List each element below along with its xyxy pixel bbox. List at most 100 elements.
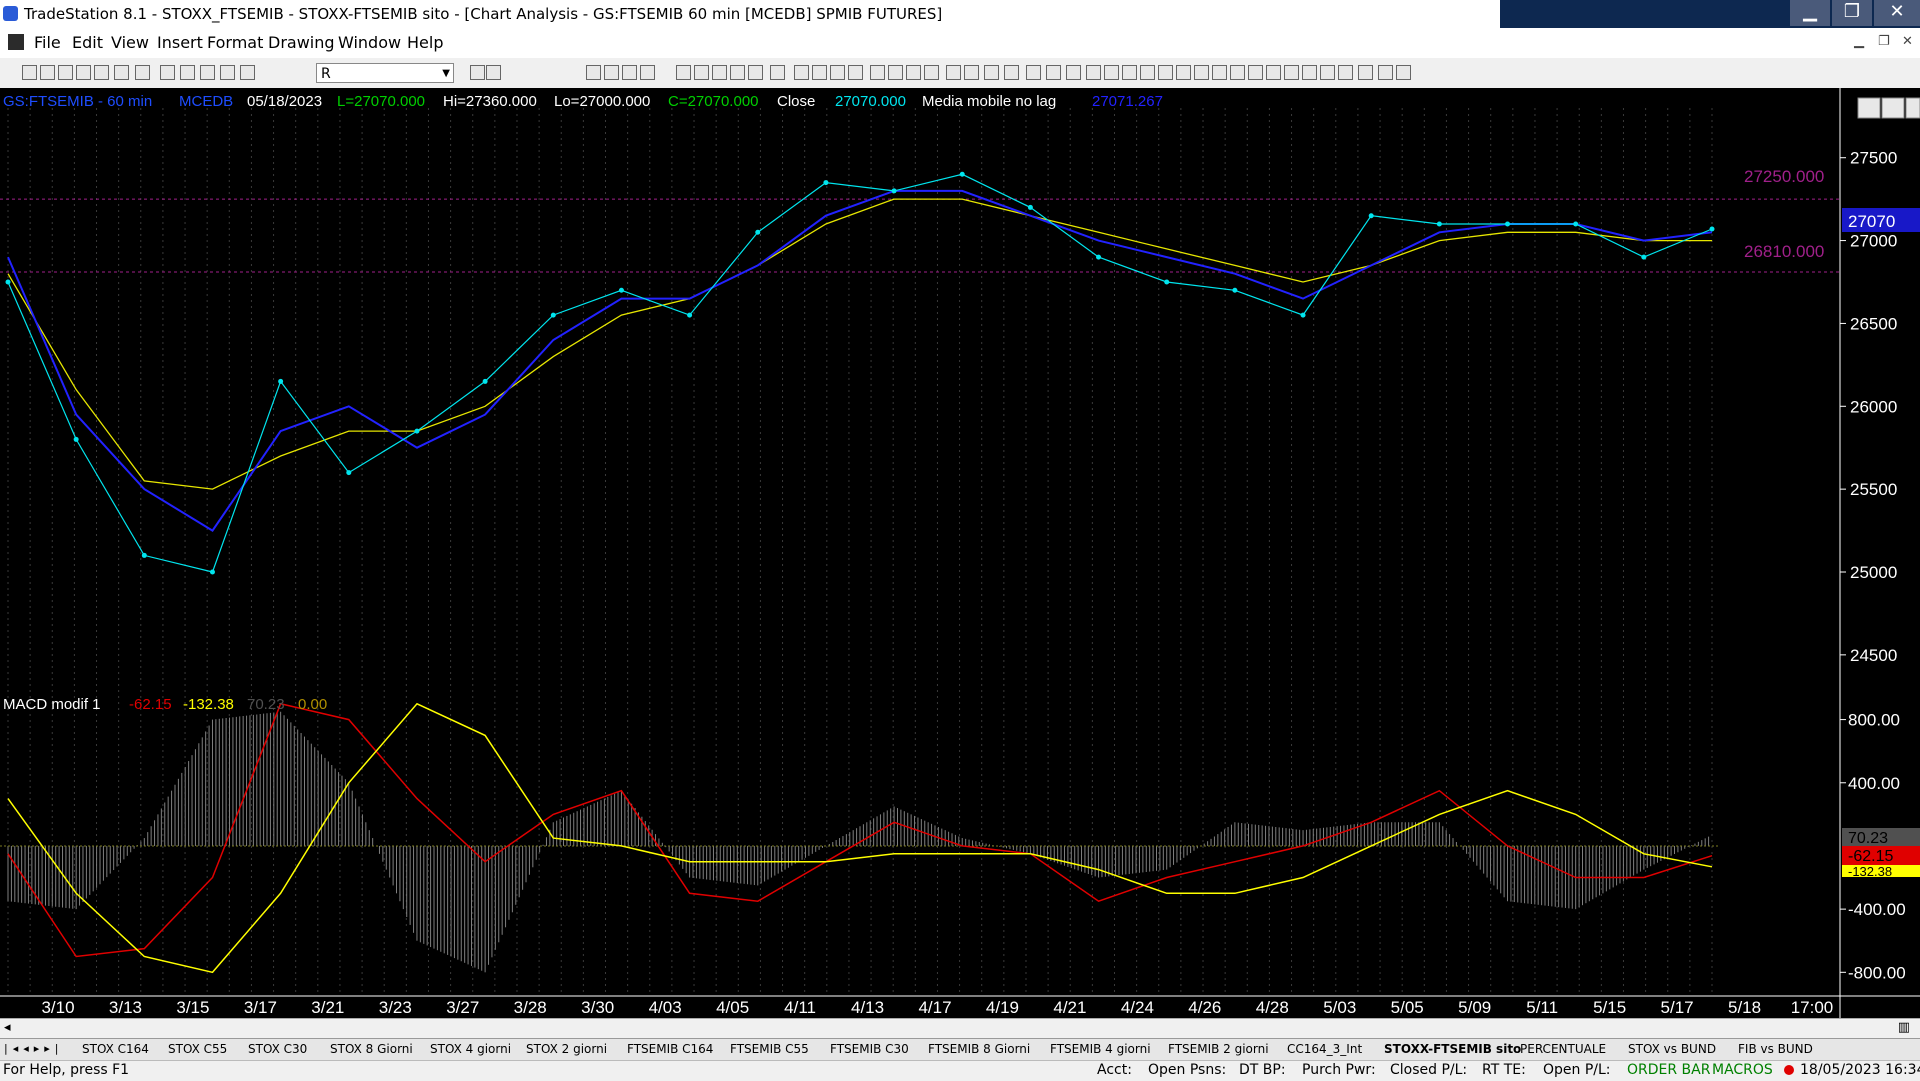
toolbar-button-16[interactable]	[604, 65, 619, 80]
horizontal-scrollbar[interactable]: ◂ ▥	[0, 1018, 1920, 1039]
chart-window-icon[interactable]	[8, 34, 24, 50]
toolbar-button-44[interactable]	[1158, 65, 1173, 80]
toolbar-button-39[interactable]	[1066, 65, 1081, 80]
menu-drawing[interactable]: Drawing	[268, 33, 335, 52]
toolbar-button-20[interactable]	[694, 65, 709, 80]
tab-4[interactable]: STOX 8 Giorni	[330, 1042, 413, 1056]
tab-10[interactable]: FTSEMIB 8 Giorni	[928, 1042, 1030, 1056]
toolbar-button-30[interactable]	[888, 65, 903, 80]
tab-1[interactable]: STOX C164	[82, 1042, 149, 1056]
menu-insert[interactable]: Insert	[157, 33, 203, 52]
toolbar-button-18[interactable]	[640, 65, 655, 80]
toolbar-button-34[interactable]	[964, 65, 979, 80]
toolbar-button-41[interactable]	[1104, 65, 1119, 80]
toolbar-button-17[interactable]	[622, 65, 637, 80]
tab-5[interactable]: STOX 4 giorni	[430, 1042, 511, 1056]
toolbar-button-21[interactable]	[712, 65, 727, 80]
toolbar-button-45[interactable]	[1176, 65, 1191, 80]
menu-edit[interactable]: Edit	[72, 33, 103, 52]
toolbar-button-51[interactable]	[1284, 65, 1299, 80]
toolbar-button-54[interactable]	[1338, 65, 1353, 80]
menu-help[interactable]: Help	[407, 33, 443, 52]
scroll-thumb-icon[interactable]: ▥	[1898, 1020, 1910, 1035]
tab-6[interactable]: STOX 2 giorni	[526, 1042, 607, 1056]
toolbar-button-2[interactable]	[40, 65, 55, 80]
tab-9[interactable]: FTSEMIB C30	[830, 1042, 909, 1056]
toolbar-button-38[interactable]	[1046, 65, 1061, 80]
toolbar-button-31[interactable]	[906, 65, 921, 80]
toolbar-button-3[interactable]	[58, 65, 73, 80]
menu-file[interactable]: File	[34, 33, 61, 52]
toolbar-button-23[interactable]	[748, 65, 763, 80]
minimize-button[interactable]: ▁	[1790, 0, 1830, 26]
toolbar-button-35[interactable]	[984, 65, 999, 80]
toolbar-button-1[interactable]	[22, 65, 37, 80]
mdi-close-button[interactable]: ✕	[1902, 34, 1913, 49]
toolbar-button-8[interactable]	[160, 65, 175, 80]
scroll-left-icon[interactable]: ◂	[4, 1020, 11, 1035]
chart-close-button[interactable]	[1905, 97, 1920, 119]
toolbar-button-11[interactable]	[220, 65, 235, 80]
chart-restore-button[interactable]	[1881, 97, 1905, 119]
tab-13[interactable]: CC164_3_Int	[1287, 1042, 1362, 1056]
toolbar-button-24[interactable]	[770, 65, 785, 80]
menu-format[interactable]: Format	[207, 33, 263, 52]
toolbar-button-25[interactable]	[794, 65, 809, 80]
toolbar-button-10[interactable]	[200, 65, 215, 80]
tab-15[interactable]: PERCENTUALE	[1520, 1042, 1606, 1056]
toolbar-button-36[interactable]	[1004, 65, 1019, 80]
tab-14[interactable]: STOXX-FTSEMIB sito	[1384, 1042, 1521, 1056]
toolbar-button-14[interactable]	[486, 65, 501, 80]
toolbar-button-12[interactable]	[240, 65, 255, 80]
toolbar-button-15[interactable]	[586, 65, 601, 80]
toolbar-button-4[interactable]	[76, 65, 91, 80]
symbol-input[interactable]: R ▼	[316, 63, 454, 83]
toolbar-button-48[interactable]	[1230, 65, 1245, 80]
toolbar-button-9[interactable]	[180, 65, 195, 80]
menu-window[interactable]: Window	[338, 33, 401, 52]
toolbar-button-5[interactable]	[94, 65, 109, 80]
toolbar-button-27[interactable]	[830, 65, 845, 80]
status-order-bar[interactable]: ORDER BAR	[1627, 1062, 1710, 1078]
tab-11[interactable]: FTSEMIB 4 giorni	[1050, 1042, 1151, 1056]
toolbar-button-26[interactable]	[812, 65, 827, 80]
tab-7[interactable]: FTSEMIB C164	[627, 1042, 713, 1056]
toolbar-button-29[interactable]	[870, 65, 885, 80]
toolbar-button-49[interactable]	[1248, 65, 1263, 80]
toolbar-button-13[interactable]	[470, 65, 485, 80]
mdi-minimize-button[interactable]: ▁	[1854, 34, 1864, 49]
close-button[interactable]: ✕	[1874, 0, 1920, 26]
toolbar-button-43[interactable]	[1140, 65, 1155, 80]
toolbar-button-37[interactable]	[1026, 65, 1041, 80]
mdi-restore-button[interactable]: ❐	[1878, 34, 1890, 49]
restore-button[interactable]: ❐	[1832, 0, 1872, 26]
chart-area[interactable]: 27500 27000 26500 26000 25500 25000 24500 800.0…	[0, 88, 1920, 1018]
toolbar-button-53[interactable]	[1320, 65, 1335, 80]
toolbar-button-57[interactable]	[1396, 65, 1411, 80]
tab-2[interactable]: STOX C55	[168, 1042, 227, 1056]
toolbar-button-46[interactable]	[1194, 65, 1209, 80]
tab-17[interactable]: FIB vs BUND	[1738, 1042, 1813, 1056]
menu-view[interactable]: View	[111, 33, 149, 52]
toolbar-button-32[interactable]	[924, 65, 939, 80]
toolbar-button-47[interactable]	[1212, 65, 1227, 80]
toolbar-button-6[interactable]	[114, 65, 129, 80]
toolbar-button-33[interactable]	[946, 65, 961, 80]
tab-16[interactable]: STOX vs BUND	[1628, 1042, 1716, 1056]
toolbar-button-40[interactable]	[1086, 65, 1101, 80]
tab-12[interactable]: FTSEMIB 2 giorni	[1168, 1042, 1269, 1056]
tab-3[interactable]: STOX C30	[248, 1042, 307, 1056]
toolbar-button-22[interactable]	[730, 65, 745, 80]
chevron-down-icon[interactable]: ▼	[442, 64, 450, 84]
toolbar-button-55[interactable]	[1358, 65, 1373, 80]
toolbar-button-28[interactable]	[848, 65, 863, 80]
toolbar-button-52[interactable]	[1302, 65, 1317, 80]
toolbar-button-56[interactable]	[1378, 65, 1393, 80]
toolbar-button-42[interactable]	[1122, 65, 1137, 80]
chart-minimize-button[interactable]	[1857, 97, 1881, 119]
toolbar-button-19[interactable]	[676, 65, 691, 80]
toolbar-button-50[interactable]	[1266, 65, 1281, 80]
tab-8[interactable]: FTSEMIB C55	[730, 1042, 809, 1056]
status-macros[interactable]: MACROS	[1712, 1062, 1773, 1078]
toolbar-button-7[interactable]	[135, 65, 150, 80]
